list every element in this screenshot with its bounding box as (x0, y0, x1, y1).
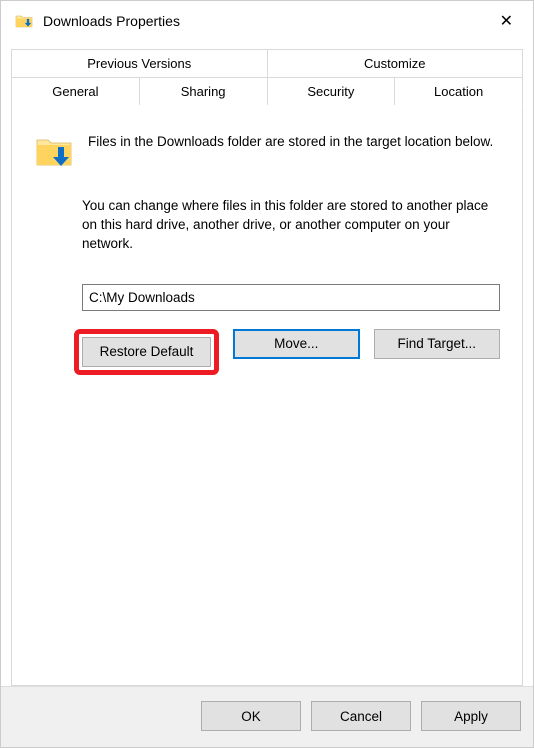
tab-content-location: Files in the Downloads folder are stored… (11, 105, 523, 686)
tab-area: Previous Versions Customize General Shar… (11, 49, 523, 686)
find-target-button[interactable]: Find Target... (374, 329, 500, 359)
description-row: Files in the Downloads folder are stored… (34, 131, 500, 171)
downloads-folder-icon-large (34, 131, 74, 171)
tab-location[interactable]: Location (395, 77, 523, 106)
downloads-folder-icon (15, 13, 33, 29)
window-title: Downloads Properties (43, 13, 180, 29)
action-buttons-row: Restore Default Move... Find Target... (82, 329, 500, 375)
apply-button[interactable]: Apply (421, 701, 521, 731)
move-button[interactable]: Move... (233, 329, 360, 359)
tab-security[interactable]: Security (268, 77, 396, 106)
tab-previous-versions[interactable]: Previous Versions (11, 49, 268, 77)
description-text: Files in the Downloads folder are stored… (88, 131, 500, 152)
tab-general[interactable]: General (11, 77, 140, 106)
tab-row-top: Previous Versions Customize (11, 49, 523, 77)
close-button[interactable]: ✕ (490, 7, 523, 35)
location-path-input[interactable] (82, 284, 500, 311)
restore-default-button[interactable]: Restore Default (82, 337, 211, 367)
tab-customize[interactable]: Customize (268, 49, 524, 77)
tab-sharing[interactable]: Sharing (140, 77, 268, 106)
properties-dialog: Downloads Properties ✕ Previous Versions… (0, 0, 534, 748)
titlebar: Downloads Properties ✕ (1, 1, 533, 41)
highlight-annotation: Restore Default (74, 329, 219, 375)
cancel-button[interactable]: Cancel (311, 701, 411, 731)
info-text: You can change where files in this folde… (82, 197, 500, 254)
dialog-footer: OK Cancel Apply (1, 686, 533, 747)
titlebar-left: Downloads Properties (15, 13, 180, 29)
tab-row-bottom: General Sharing Security Location (11, 77, 523, 106)
ok-button[interactable]: OK (201, 701, 301, 731)
dialog-body: Previous Versions Customize General Shar… (1, 41, 533, 686)
